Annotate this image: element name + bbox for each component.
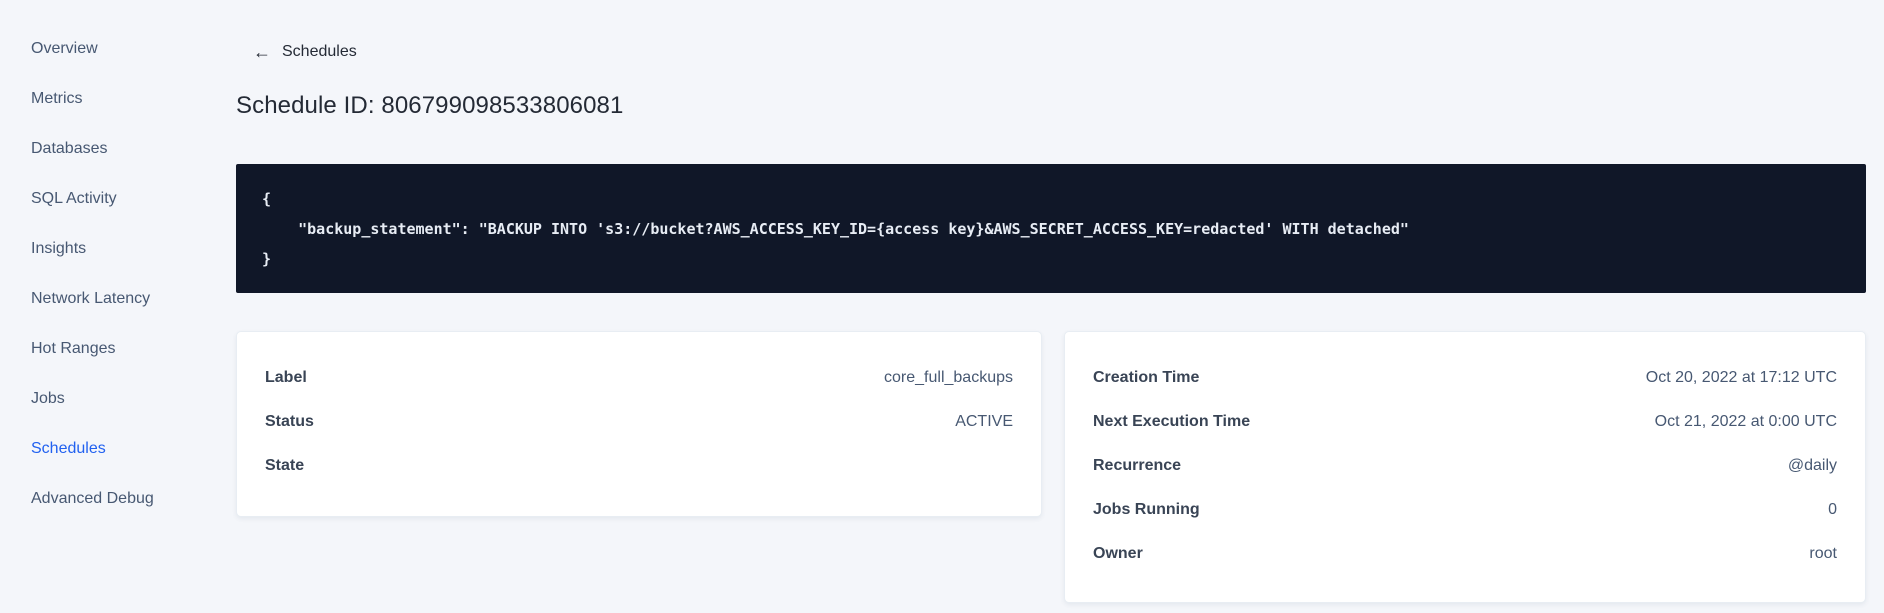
sidebar-item-advanced-debug[interactable]: Advanced Debug xyxy=(0,474,236,524)
sidebar-item-label: Advanced Debug xyxy=(31,490,154,507)
schedule-details-card: Label core_full_backups Status ACTIVE St… xyxy=(236,331,1042,517)
detail-label: Label xyxy=(265,369,307,386)
detail-value: root xyxy=(1809,545,1837,562)
sidebar-item-metrics[interactable]: Metrics xyxy=(0,74,236,124)
sidebar-item-label: Network Latency xyxy=(31,290,151,307)
sidebar-item-sql-activity[interactable]: SQL Activity xyxy=(0,174,236,224)
sidebar-item-overview[interactable]: Overview xyxy=(0,24,236,74)
execution-details-card: Creation Time Oct 20, 2022 at 17:12 UTC … xyxy=(1064,331,1866,603)
detail-row: Label core_full_backups xyxy=(265,356,1013,400)
sidebar: Overview Metrics Databases SQL Activity … xyxy=(0,0,236,613)
detail-value: Oct 21, 2022 at 0:00 UTC xyxy=(1654,413,1837,430)
detail-row: Next Execution Time Oct 21, 2022 at 0:00… xyxy=(1093,400,1837,444)
detail-cards: Label core_full_backups Status ACTIVE St… xyxy=(236,331,1866,603)
detail-row: Creation Time Oct 20, 2022 at 17:12 UTC xyxy=(1093,356,1837,400)
detail-value: ACTIVE xyxy=(955,413,1013,430)
back-to-schedules-link[interactable]: ← Schedules xyxy=(236,42,357,62)
sidebar-item-label: Schedules xyxy=(31,440,106,457)
page-title: Schedule ID: 806799098533806081 xyxy=(236,92,624,119)
sidebar-item-network-latency[interactable]: Network Latency xyxy=(0,274,236,324)
sidebar-item-label: Metrics xyxy=(31,90,83,107)
sidebar-item-label: SQL Activity xyxy=(31,190,117,207)
detail-label: Creation Time xyxy=(1093,369,1200,386)
detail-label: Jobs Running xyxy=(1093,501,1200,518)
detail-row: Status ACTIVE xyxy=(265,400,1013,444)
sidebar-item-hot-ranges[interactable]: Hot Ranges xyxy=(0,324,236,374)
detail-row: Jobs Running 0 xyxy=(1093,488,1837,532)
detail-row: Recurrence @daily xyxy=(1093,444,1837,488)
detail-label: State xyxy=(265,457,305,474)
sidebar-item-insights[interactable]: Insights xyxy=(0,224,236,274)
detail-label: Owner xyxy=(1093,545,1143,562)
sidebar-item-label: Insights xyxy=(31,240,87,257)
detail-row: State xyxy=(265,444,1013,488)
detail-value: core_full_backups xyxy=(884,369,1013,386)
backup-statement-code: { "backup_statement": "BACKUP INTO 's3:/… xyxy=(262,190,1409,268)
schedule-detail-page: Overview Metrics Databases SQL Activity … xyxy=(0,0,1884,613)
detail-label: Recurrence xyxy=(1093,457,1182,474)
sidebar-item-databases[interactable]: Databases xyxy=(0,124,236,174)
sidebar-item-jobs[interactable]: Jobs xyxy=(0,374,236,424)
sidebar-item-schedules[interactable]: Schedules xyxy=(0,424,236,474)
main-content: ← Schedules Schedule ID: 806799098533806… xyxy=(236,0,1884,613)
sidebar-item-label: Jobs xyxy=(31,390,65,407)
detail-value: 0 xyxy=(1828,501,1837,518)
detail-label: Status xyxy=(265,413,314,430)
sidebar-item-label: Databases xyxy=(31,140,108,157)
detail-value: Oct 20, 2022 at 17:12 UTC xyxy=(1645,369,1837,386)
back-link-label: Schedules xyxy=(282,43,357,60)
detail-value: @daily xyxy=(1787,457,1837,474)
arrow-left-icon: ← xyxy=(253,42,271,62)
detail-row: Owner root xyxy=(1093,532,1837,576)
sidebar-item-label: Hot Ranges xyxy=(31,340,116,357)
detail-label: Next Execution Time xyxy=(1093,413,1251,430)
backup-statement-code-block: { "backup_statement": "BACKUP INTO 's3:/… xyxy=(236,164,1866,293)
sidebar-item-label: Overview xyxy=(31,40,98,57)
